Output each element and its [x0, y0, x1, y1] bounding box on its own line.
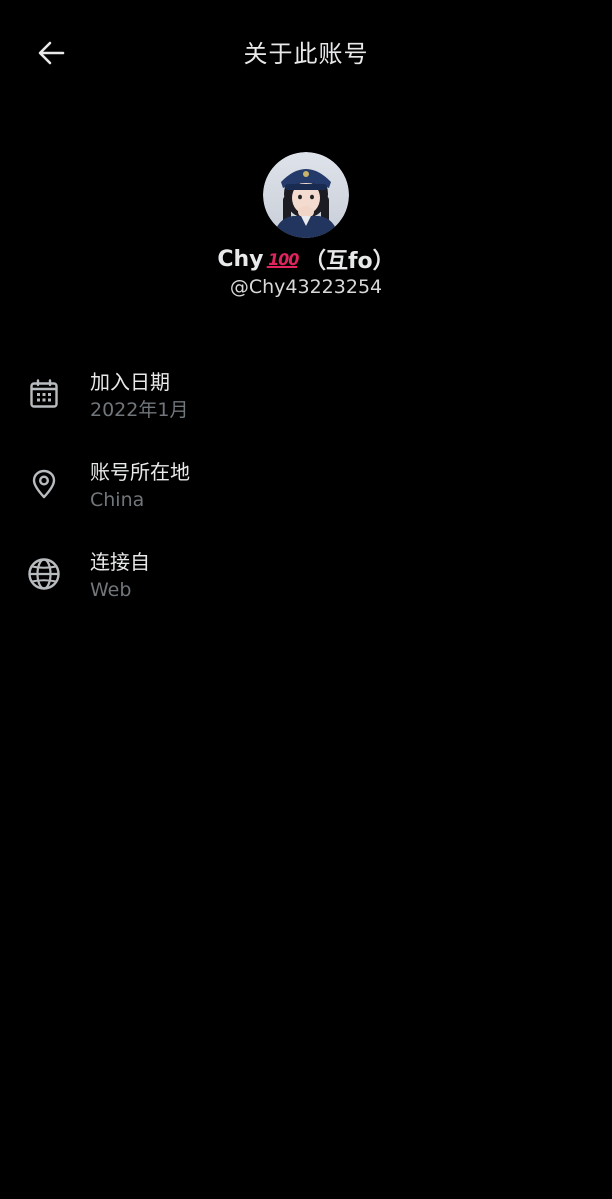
globe-icon	[26, 556, 62, 592]
header: 关于此账号	[0, 0, 612, 104]
info-text: 账号所在地 China	[90, 458, 190, 514]
calendar-icon	[26, 376, 62, 412]
info-item-join-date: 加入日期 2022年1月	[0, 362, 612, 452]
username-handle: @Chy43223254	[229, 276, 383, 298]
display-name-text: Chy	[217, 246, 264, 272]
display-name-suffix: （互fo）	[303, 249, 395, 274]
location-pin-icon	[26, 466, 62, 502]
account-info-list: 加入日期 2022年1月 账号所在地 China 连接自 Web	[0, 362, 612, 632]
info-value: China	[90, 489, 145, 511]
hundred-points-icon: 100	[265, 249, 300, 269]
avatar[interactable]	[263, 152, 349, 238]
about-account-screen: 关于此账号 Chy 100 （互fo） @Chy43223254 加入日期 20…	[0, 0, 612, 1199]
info-item-account-location: 账号所在地 China	[0, 452, 612, 542]
info-label: 连接自	[90, 550, 150, 574]
info-text: 加入日期 2022年1月	[90, 368, 188, 424]
info-item-connected-via: 连接自 Web	[0, 542, 612, 632]
info-value: Web	[90, 579, 132, 601]
profile-section: Chy 100 （互fo） @Chy43223254	[0, 152, 612, 298]
info-value: 2022年1月	[90, 399, 189, 421]
info-label: 加入日期	[90, 370, 170, 394]
info-label: 账号所在地	[90, 460, 190, 484]
info-text: 连接自 Web	[90, 548, 150, 604]
page-title: 关于此账号	[243, 40, 369, 68]
display-name: Chy 100 （互fo）	[0, 244, 612, 275]
